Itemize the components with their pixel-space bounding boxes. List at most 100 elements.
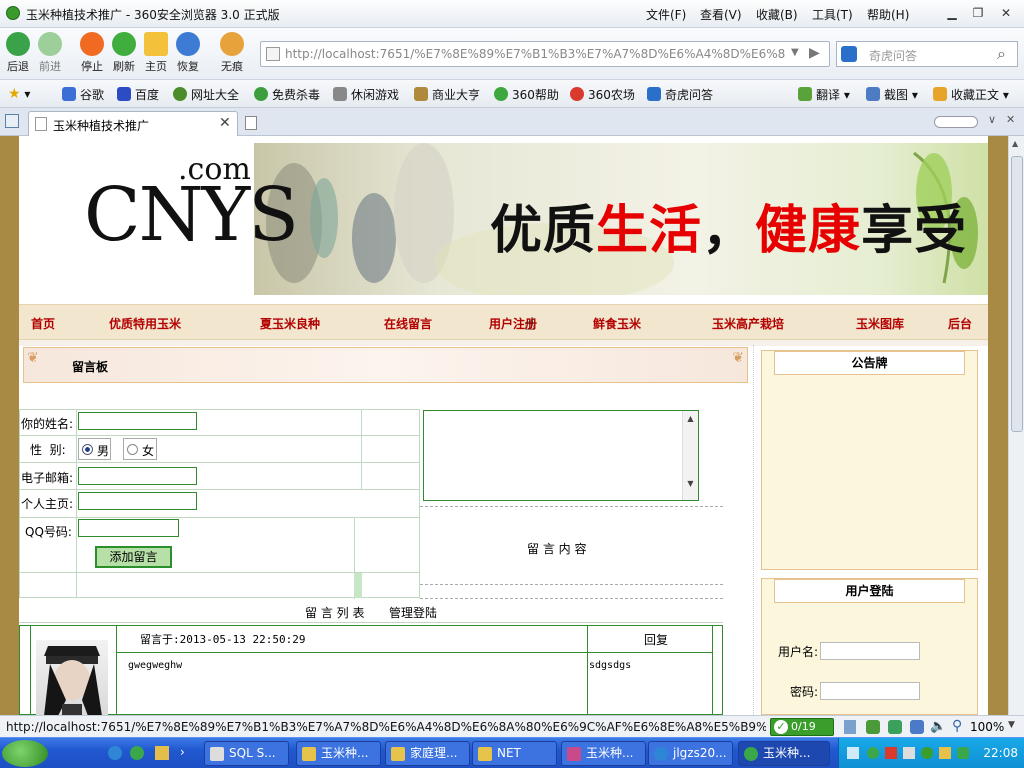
menu-fresh-corn[interactable]: 鲜食玉米: [593, 315, 641, 332]
qq-input[interactable]: [78, 519, 179, 537]
refresh-button[interactable]: 刷新: [108, 30, 140, 78]
username-input[interactable]: [820, 642, 920, 660]
menu-admin[interactable]: 后台: [948, 315, 972, 332]
task-vs-corn[interactable]: 玉米种...: [561, 741, 646, 766]
tray-icon[interactable]: [957, 747, 969, 759]
visual-studio-icon: [567, 747, 581, 761]
ie-icon[interactable]: [108, 746, 122, 760]
menu-summer-corn[interactable]: 夏玉米良种: [260, 315, 320, 332]
message-content-textarea[interactable]: ▲ ▼: [423, 410, 699, 501]
menu-file[interactable]: 文件(F): [646, 6, 686, 23]
menu-guestbook[interactable]: 在线留言: [384, 315, 432, 332]
menu-high-yield[interactable]: 玉米高产栽培: [712, 315, 784, 332]
incognito-button[interactable]: 无痕: [216, 30, 248, 78]
task-sql[interactable]: SQL S...: [204, 741, 289, 766]
tray-icon[interactable]: [921, 747, 933, 759]
scroll-up-icon[interactable]: ▲: [683, 414, 698, 423]
forward-button[interactable]: 前进: [34, 30, 66, 78]
restore-button[interactable]: 恢复: [172, 30, 204, 78]
zoom-level[interactable]: 100%: [970, 720, 1004, 734]
menu-tools[interactable]: 工具(T): [812, 6, 853, 23]
fav-google[interactable]: 谷歌: [62, 86, 104, 103]
task-folder-home[interactable]: 家庭理...: [385, 741, 470, 766]
menu-premium-corn[interactable]: 优质特用玉米: [109, 315, 181, 332]
scroll-up-icon[interactable]: ▲: [1012, 139, 1018, 148]
close-icon[interactable]: ✕: [996, 5, 1016, 21]
menu-favorites[interactable]: 收藏(B): [756, 6, 798, 23]
textarea-scrollbar[interactable]: ▲ ▼: [682, 411, 698, 500]
task-ie[interactable]: jlgzs20...: [648, 741, 733, 766]
scrollbar[interactable]: ▲: [1008, 136, 1024, 715]
status-icon[interactable]: [910, 720, 924, 734]
password-input[interactable]: [820, 682, 920, 700]
translate-button[interactable]: 翻译 ▾: [798, 86, 850, 103]
minimize-icon[interactable]: ▁: [942, 5, 962, 21]
dropdown-icon[interactable]: ▼: [791, 47, 799, 58]
tab-close-all-icon[interactable]: ✕: [1006, 113, 1015, 126]
restore-icon[interactable]: ❐: [968, 5, 988, 21]
name-input[interactable]: [78, 412, 197, 430]
zoom-icon[interactable]: ⚲: [952, 718, 962, 734]
radio-male[interactable]: [82, 444, 93, 455]
fav-baidu[interactable]: 百度: [117, 86, 159, 103]
tab-close-icon[interactable]: ✕: [219, 115, 231, 131]
fav-hao[interactable]: 网址大全: [173, 86, 239, 103]
task-folder-net[interactable]: NET: [472, 741, 557, 766]
fav-360farm[interactable]: 360农场: [570, 86, 635, 103]
browser-quicklaunch-icon[interactable]: [130, 746, 144, 760]
home-icon: [144, 32, 168, 56]
folder-icon[interactable]: [155, 746, 169, 760]
sidebar-toggle-icon[interactable]: [5, 114, 19, 128]
stop-button[interactable]: 停止: [76, 30, 108, 78]
tray-icon[interactable]: [903, 747, 915, 759]
admin-login-link[interactable]: 管理登陆: [389, 604, 437, 621]
clock[interactable]: 22:08: [983, 746, 1018, 760]
task-folder-corn[interactable]: 玉米种...: [296, 741, 381, 766]
status-icon[interactable]: [866, 720, 880, 734]
menu-gallery[interactable]: 玉米图库: [856, 315, 904, 332]
back-button[interactable]: 后退: [2, 30, 34, 78]
email-input[interactable]: [78, 467, 197, 485]
more-icon[interactable]: ›: [180, 745, 185, 759]
go-icon[interactable]: ▶: [809, 45, 820, 61]
screenshot-button[interactable]: 截图 ▾: [866, 86, 918, 103]
collect-button[interactable]: 收藏正文 ▾: [933, 86, 1009, 103]
status-icon[interactable]: [844, 720, 856, 734]
tab-active[interactable]: 玉米种植技术推广 ✕: [28, 111, 238, 136]
tray-icon[interactable]: [885, 747, 897, 759]
scroll-down-icon[interactable]: ▼: [683, 479, 698, 488]
farm-icon: [570, 87, 584, 101]
fav-qa[interactable]: 奇虎问答: [647, 86, 713, 103]
fav-games[interactable]: 休闲游戏: [333, 86, 399, 103]
search-engine-icon[interactable]: [841, 46, 857, 62]
fav-business[interactable]: 商业大亨: [414, 86, 480, 103]
tray-icon[interactable]: [867, 747, 879, 759]
menu-home[interactable]: 首页: [31, 315, 55, 332]
volume-icon[interactable]: 🔈: [930, 719, 946, 734]
fav-360help[interactable]: 360帮助: [494, 86, 559, 103]
home-button[interactable]: 主页: [140, 30, 172, 78]
favorites-star-icon[interactable]: ★ ▾: [8, 86, 30, 102]
site-main-menu: 首页 优质特用玉米 夏玉米良种 在线留言 用户注册 鲜食玉米 玉米高产栽培 玉米…: [19, 304, 988, 340]
scroll-thumb[interactable]: [1011, 156, 1023, 432]
tab-search-pill[interactable]: [934, 116, 978, 128]
start-button[interactable]: [2, 740, 48, 767]
task-360-active[interactable]: 玉米种...: [738, 741, 830, 766]
zoom-dropdown-icon[interactable]: ▼: [1008, 720, 1015, 730]
homepage-input[interactable]: [78, 492, 197, 510]
search-icon[interactable]: ⌕: [997, 44, 1006, 64]
fav-antivirus[interactable]: 免费杀毒: [254, 86, 320, 103]
keyboard-icon[interactable]: [847, 747, 859, 759]
status-icon[interactable]: [888, 720, 902, 734]
shield-icon[interactable]: [939, 747, 951, 759]
menu-view[interactable]: 查看(V): [700, 6, 742, 23]
favorites-bar: ★ ▾ 谷歌 百度 网址大全 免费杀毒 休闲游戏 商业大亨 360帮助 360农…: [0, 80, 1024, 108]
add-message-button[interactable]: 添加留言: [95, 546, 172, 568]
search-box[interactable]: 奇虎问答 ⌕: [836, 41, 1018, 67]
new-tab-icon[interactable]: [245, 116, 257, 130]
radio-female[interactable]: [127, 444, 138, 455]
security-counter[interactable]: ✓ 0/19: [770, 718, 834, 736]
menu-help[interactable]: 帮助(H): [867, 6, 909, 23]
tab-list-icon[interactable]: ∨: [988, 113, 996, 126]
address-bar[interactable]: http://localhost:7651/%E7%8E%89%E7%B1%B3…: [260, 41, 830, 67]
